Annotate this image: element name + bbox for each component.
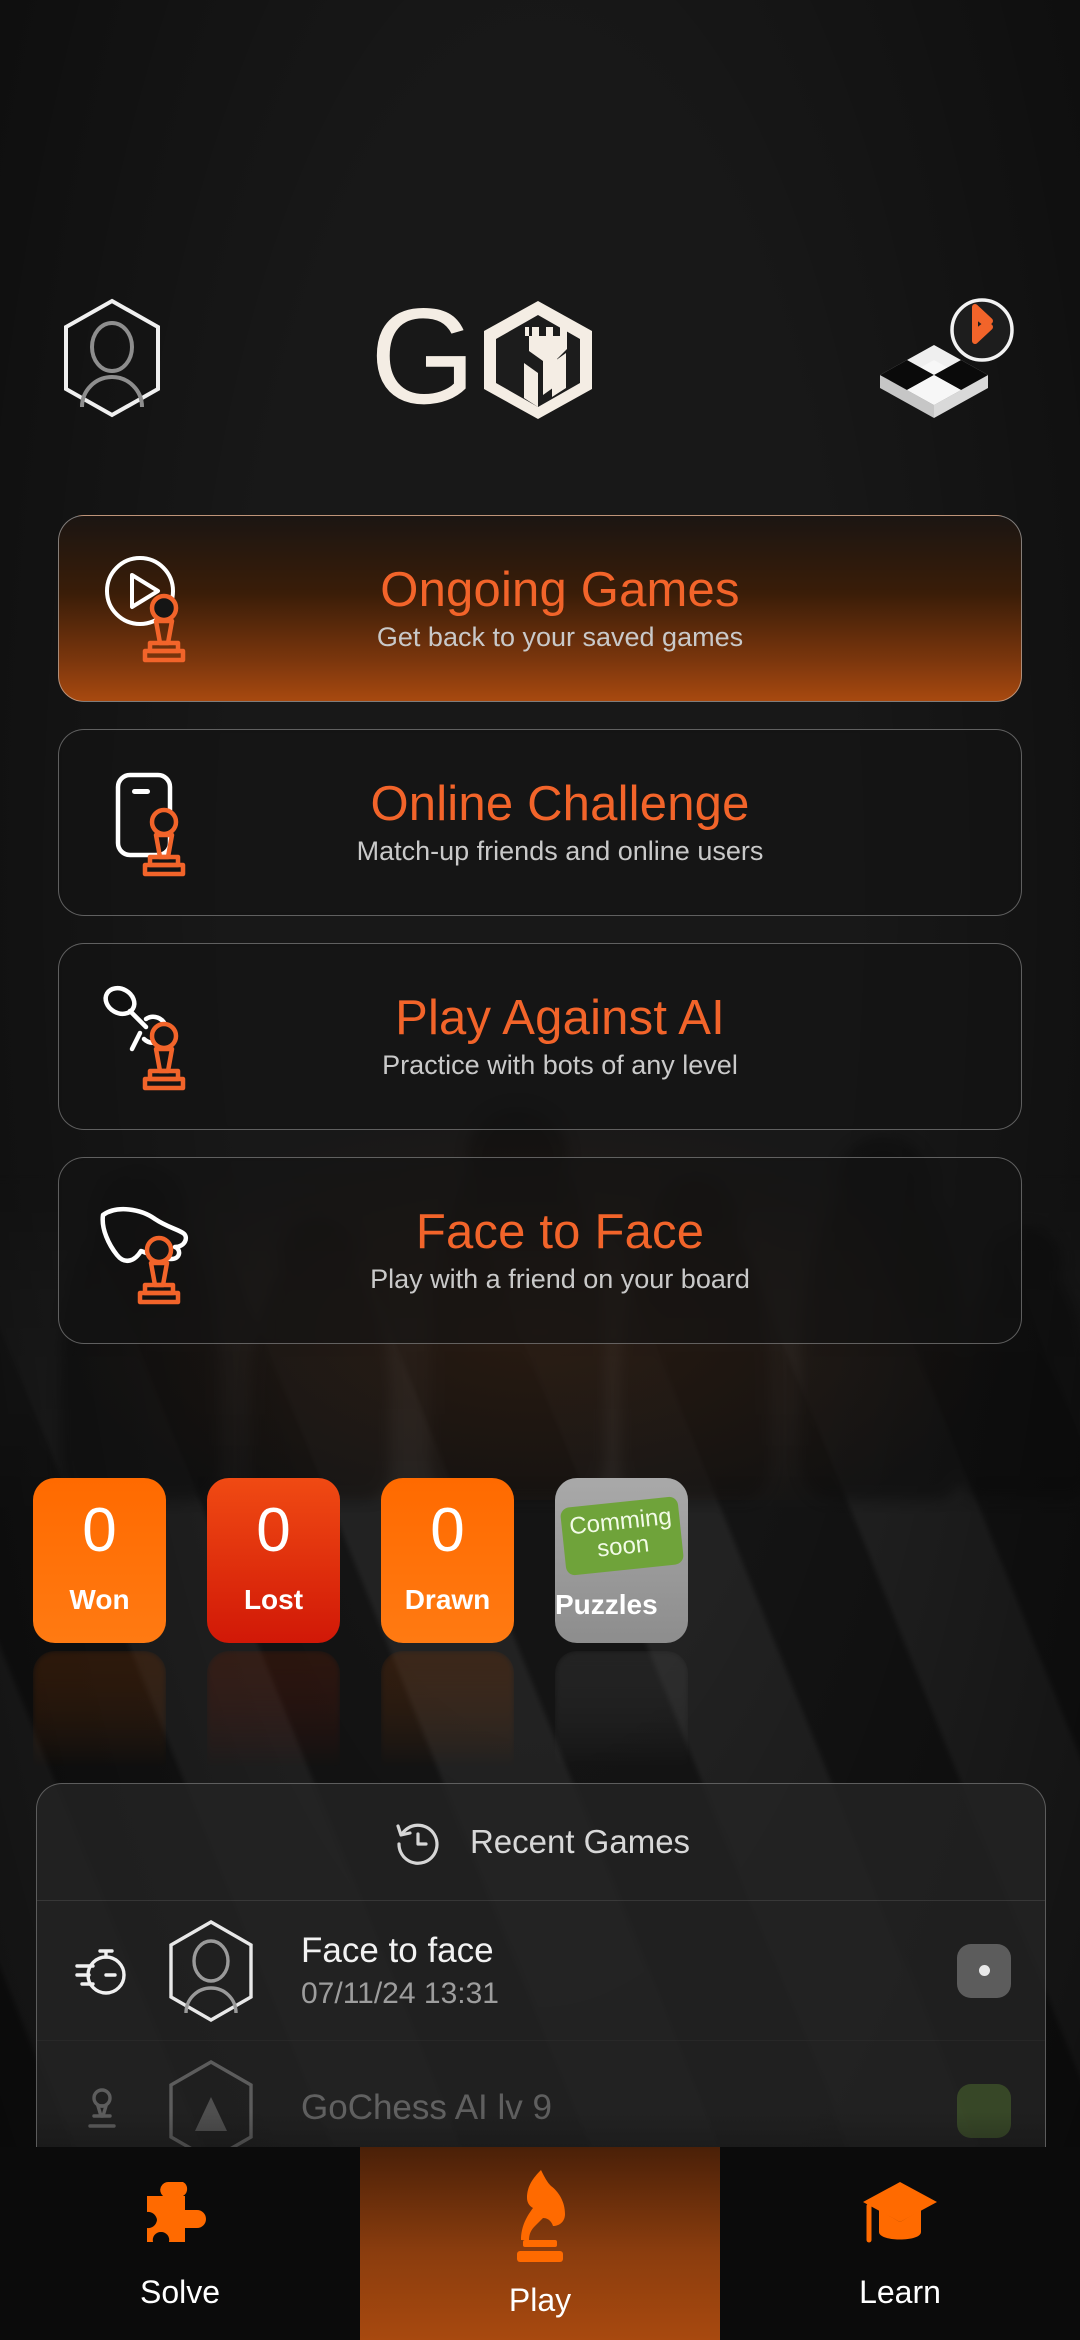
menu-card-title: Play Against AI [395,990,725,1045]
nav-item-learn[interactable]: Learn [720,2147,1080,2340]
robot-arm-pawn-icon [59,975,249,1099]
menu-card-title: Ongoing Games [380,562,740,617]
stat-value: 0 [256,1495,291,1565]
menu-card-subtitle: Get back to your saved games [376,622,744,653]
menu-card-subtitle: Practice with bots of any level [382,1050,738,1081]
stat-label: Puzzles [555,1589,658,1620]
hand-pointing-pawn-icon [59,1189,249,1313]
recent-game-result-badge[interactable] [957,1943,1011,1998]
play-circle-pawn-icon [59,547,249,671]
nav-label: Play [508,2282,572,2318]
nav-label: Learn [859,2274,941,2310]
connect-board-button[interactable] [862,297,1022,424]
stat-tile-won[interactable]: 0 Won [33,1478,166,1643]
phone-pawn-icon [59,761,249,885]
bottom-navigation: Solve Play Learn [0,2147,1080,2340]
stat-tiles: 0 Won 0 Lost 0 Drawn Comming soon Puzzle… [33,1478,1047,1643]
stat-label: Lost [243,1583,304,1615]
menu-card-online-challenge[interactable]: Online Challenge Match-up friends and on… [58,729,1022,916]
stat-value: 0 [82,1495,117,1565]
person-hexagon-icon [159,1919,263,2023]
menu-card-title: Online Challenge [370,776,750,831]
stat-label: Drawn [404,1583,491,1615]
coming-soon-ribbon: Comming soon [559,1496,685,1576]
recent-game-date: 07/11/24 13:31 [301,1976,499,2010]
puzzle-piece-icon [147,2181,206,2242]
recent-game-row[interactable]: Face to face 07/11/24 13:31 [37,1900,1045,2040]
app-logo: G [374,299,644,421]
nav-item-solve[interactable]: Solve [0,2147,360,2340]
nav-label: Solve [139,2274,221,2310]
knight-chess-icon [517,2170,565,2262]
menu-card-face-to-face[interactable]: Face to Face Play with a friend on your … [58,1157,1022,1344]
stat-label: Won [69,1583,130,1615]
stat-value: 0 [430,1495,465,1565]
menu-card-ongoing-games[interactable]: Ongoing Games Get back to your saved gam… [58,515,1022,702]
gochess-rook-hexagon-logo: G [374,299,592,421]
svg-text:G: G [374,299,476,421]
history-clock-icon [396,1823,439,1865]
nav-item-play[interactable]: Play [360,2147,720,2340]
stat-tile-drawn[interactable]: 0 Drawn [381,1478,514,1643]
chessboard-bluetooth-icon [880,297,1014,418]
stopwatch-icon [71,1942,133,2000]
stat-tile-lost[interactable]: 0 Lost [207,1478,340,1643]
person-hexagon-icon [64,298,160,417]
app-header: G [0,285,1080,435]
graduation-cap-icon [863,2182,937,2243]
recent-game-title: Face to face [301,1930,494,1970]
profile-button[interactable] [58,297,166,424]
recent-games-title: Recent Games [469,1823,691,1860]
stat-tile-puzzles[interactable]: Comming soon Puzzles [555,1478,688,1643]
menu-card-title: Face to Face [415,1204,705,1259]
recent-games-header: Recent Games [37,1784,1045,1900]
main-menu-cards: Ongoing Games Get back to your saved gam… [58,515,1022,1371]
menu-card-subtitle: Play with a friend on your board [370,1264,750,1295]
menu-card-subtitle: Match-up friends and online users [356,836,764,867]
stat-tile-reflections [33,1651,1047,1801]
menu-card-play-against-ai[interactable]: Play Against AI Practice with bots of an… [58,943,1022,1130]
